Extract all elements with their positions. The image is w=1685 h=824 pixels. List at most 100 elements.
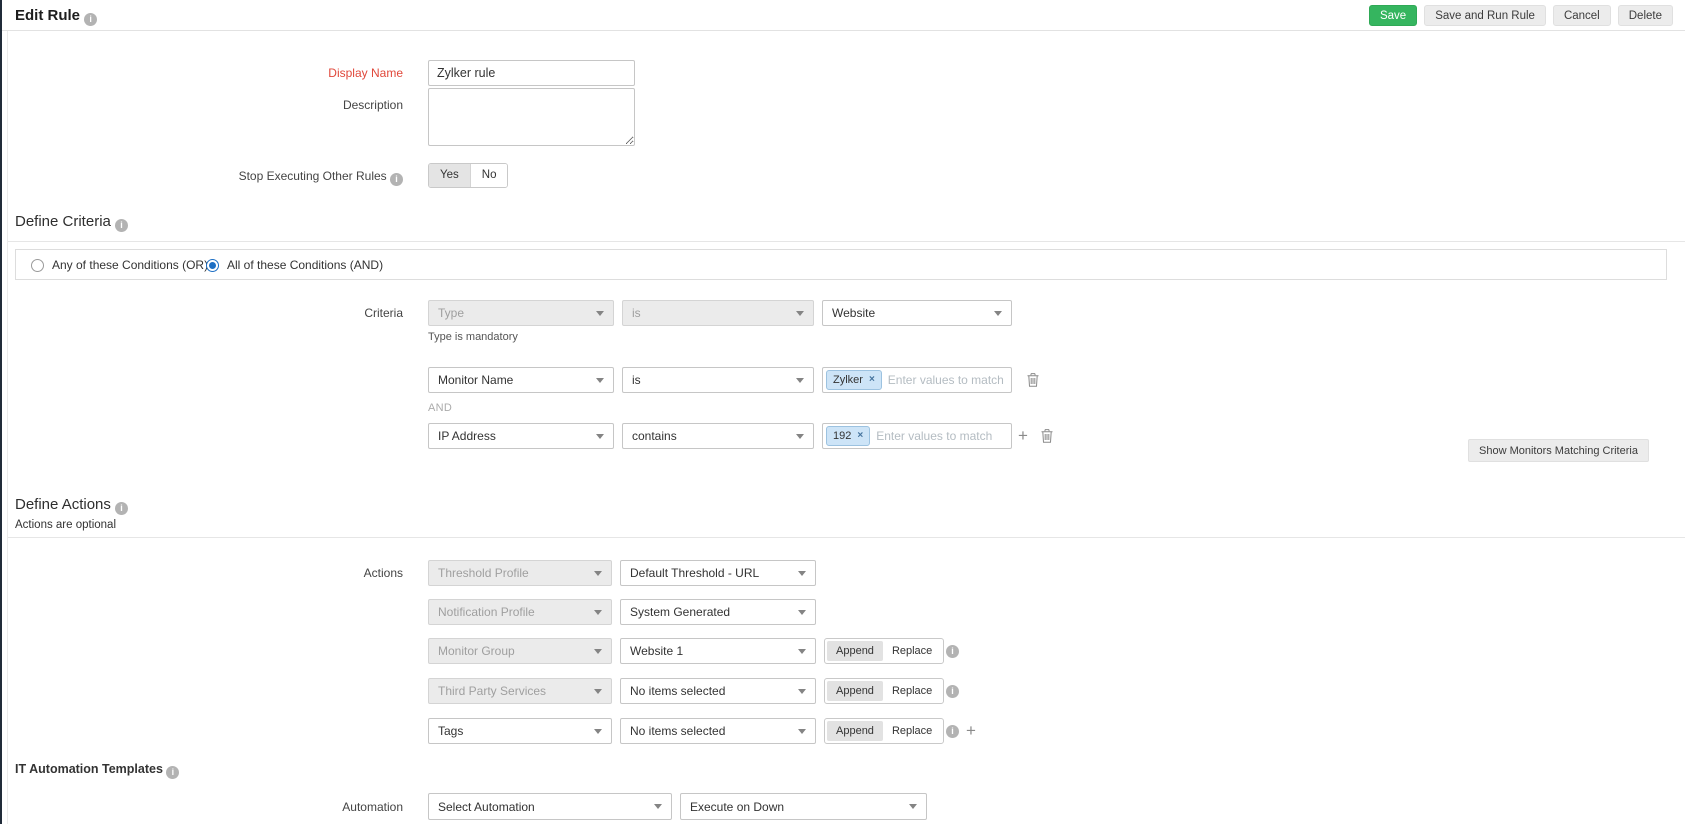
page-title-text: Edit Rule: [15, 7, 80, 24]
it-automation-title-text: IT Automation Templates: [15, 762, 163, 776]
delete-criteria-row-button[interactable]: [1040, 428, 1054, 446]
radio-selected-icon[interactable]: [206, 259, 219, 272]
info-icon[interactable]: i: [390, 173, 403, 186]
stop-rules-yes-option[interactable]: Yes: [429, 164, 471, 187]
chevron-down-icon: [796, 434, 804, 439]
chevron-down-icon: [594, 571, 602, 576]
criteria-values-input[interactable]: Zylker × Enter values to match: [822, 367, 1012, 393]
chevron-down-icon: [594, 689, 602, 694]
condition-match-box: Any of these Conditions (OR) All of thes…: [15, 249, 1667, 280]
delete-criteria-row-button[interactable]: [1026, 372, 1040, 390]
chevron-down-icon: [796, 311, 804, 316]
stop-rules-toggle: Yes No: [428, 163, 508, 188]
action-value: System Generated: [630, 605, 730, 619]
info-icon[interactable]: i: [166, 766, 179, 779]
content-left-border: [7, 31, 8, 824]
action-value: No items selected: [630, 724, 725, 738]
description-label: Description: [60, 98, 403, 112]
radio-icon[interactable]: [31, 259, 44, 272]
top-bar: Edit Rule i Save Save and Run Rule Cance…: [2, 0, 1685, 31]
values-placeholder: Enter values to match: [876, 429, 992, 443]
criteria-label: Criteria: [60, 306, 403, 320]
display-name-input[interactable]: [428, 60, 635, 86]
append-option[interactable]: Append: [827, 681, 883, 701]
chevron-down-icon: [654, 804, 662, 809]
criteria-operator-value: is: [632, 306, 641, 320]
define-actions-heading: Define Actions i: [15, 496, 128, 515]
info-icon[interactable]: i: [115, 502, 128, 515]
chevron-down-icon: [796, 378, 804, 383]
add-action-row-button[interactable]: +: [966, 722, 976, 739]
action-category-select[interactable]: Tags: [428, 718, 612, 744]
radio-all-conditions[interactable]: All of these Conditions (AND): [206, 258, 383, 272]
action-value-select[interactable]: No items selected: [620, 718, 816, 744]
action-value-select[interactable]: Default Threshold - URL: [620, 560, 816, 586]
criteria-field-select[interactable]: IP Address: [428, 423, 614, 449]
remove-chip-icon[interactable]: ×: [857, 429, 863, 443]
edit-rule-page: Edit Rule i Save Save and Run Rule Cance…: [0, 0, 1685, 824]
action-value: No items selected: [630, 684, 725, 698]
define-actions-title-text: Define Actions: [15, 496, 111, 513]
radio-any-conditions[interactable]: Any of these Conditions (OR): [31, 258, 208, 272]
action-value-select[interactable]: Website 1: [620, 638, 816, 664]
save-and-run-button[interactable]: Save and Run Rule: [1424, 5, 1546, 26]
and-connector: AND: [428, 402, 452, 414]
delete-button[interactable]: Delete: [1618, 5, 1673, 26]
save-button[interactable]: Save: [1369, 5, 1417, 26]
info-icon[interactable]: i: [946, 645, 959, 658]
criteria-operator-select[interactable]: is: [622, 367, 814, 393]
action-category-value: Monitor Group: [438, 644, 515, 658]
trash-icon: [1026, 372, 1040, 388]
stop-rules-label-text: Stop Executing Other Rules: [239, 169, 387, 183]
action-category-value: Third Party Services: [438, 684, 546, 698]
add-criteria-row-button[interactable]: +: [1018, 427, 1028, 444]
criteria-field-select[interactable]: Monitor Name: [428, 367, 614, 393]
collapsed-sidebar-edge: [0, 0, 2, 824]
chevron-down-icon: [798, 610, 806, 615]
append-replace-toggle: Append Replace: [824, 678, 944, 704]
select-automation-dropdown[interactable]: Select Automation: [428, 793, 672, 820]
chevron-down-icon: [594, 729, 602, 734]
chevron-down-icon: [596, 434, 604, 439]
replace-option[interactable]: Replace: [883, 641, 941, 661]
append-option[interactable]: Append: [827, 721, 883, 741]
chevron-down-icon: [798, 649, 806, 654]
action-value-select[interactable]: System Generated: [620, 599, 816, 625]
append-option[interactable]: Append: [827, 641, 883, 661]
action-category-select: Notification Profile: [428, 599, 612, 625]
actions-label: Actions: [60, 566, 403, 580]
chip-text: Zylker: [833, 373, 863, 387]
info-icon[interactable]: i: [84, 13, 97, 26]
divider: [8, 241, 1685, 242]
info-icon[interactable]: i: [946, 685, 959, 698]
action-value: Website 1: [630, 644, 683, 658]
execute-trigger-dropdown[interactable]: Execute on Down: [680, 793, 927, 820]
chevron-down-icon: [909, 804, 917, 809]
criteria-field-value: IP Address: [438, 429, 496, 443]
action-value-select[interactable]: No items selected: [620, 678, 816, 704]
display-name-label: Display Name: [60, 66, 403, 80]
action-category-select: Monitor Group: [428, 638, 612, 664]
replace-option[interactable]: Replace: [883, 681, 941, 701]
chevron-down-icon: [798, 689, 806, 694]
description-textarea[interactable]: [428, 88, 635, 146]
criteria-field-value: Monitor Name: [438, 373, 513, 387]
chip-text: 192: [833, 429, 851, 443]
values-placeholder: Enter values to match: [888, 373, 1004, 387]
criteria-operator-value: is: [632, 373, 641, 387]
show-monitors-matching-criteria-button[interactable]: Show Monitors Matching Criteria: [1468, 439, 1649, 462]
cancel-button[interactable]: Cancel: [1553, 5, 1611, 26]
info-icon[interactable]: i: [115, 219, 128, 232]
remove-chip-icon[interactable]: ×: [869, 373, 875, 387]
replace-option[interactable]: Replace: [883, 721, 941, 741]
chevron-down-icon: [994, 311, 1002, 316]
it-automation-heading: IT Automation Templates i: [15, 762, 179, 779]
chevron-down-icon: [596, 378, 604, 383]
criteria-type-value-select[interactable]: Website: [822, 300, 1012, 326]
criteria-values-input[interactable]: 192 × Enter values to match: [822, 423, 1012, 449]
action-category-value: Tags: [438, 724, 463, 738]
stop-rules-no-option[interactable]: No: [471, 164, 508, 187]
info-icon[interactable]: i: [946, 725, 959, 738]
criteria-operator-select[interactable]: contains: [622, 423, 814, 449]
page-title: Edit Rule i: [15, 7, 97, 26]
